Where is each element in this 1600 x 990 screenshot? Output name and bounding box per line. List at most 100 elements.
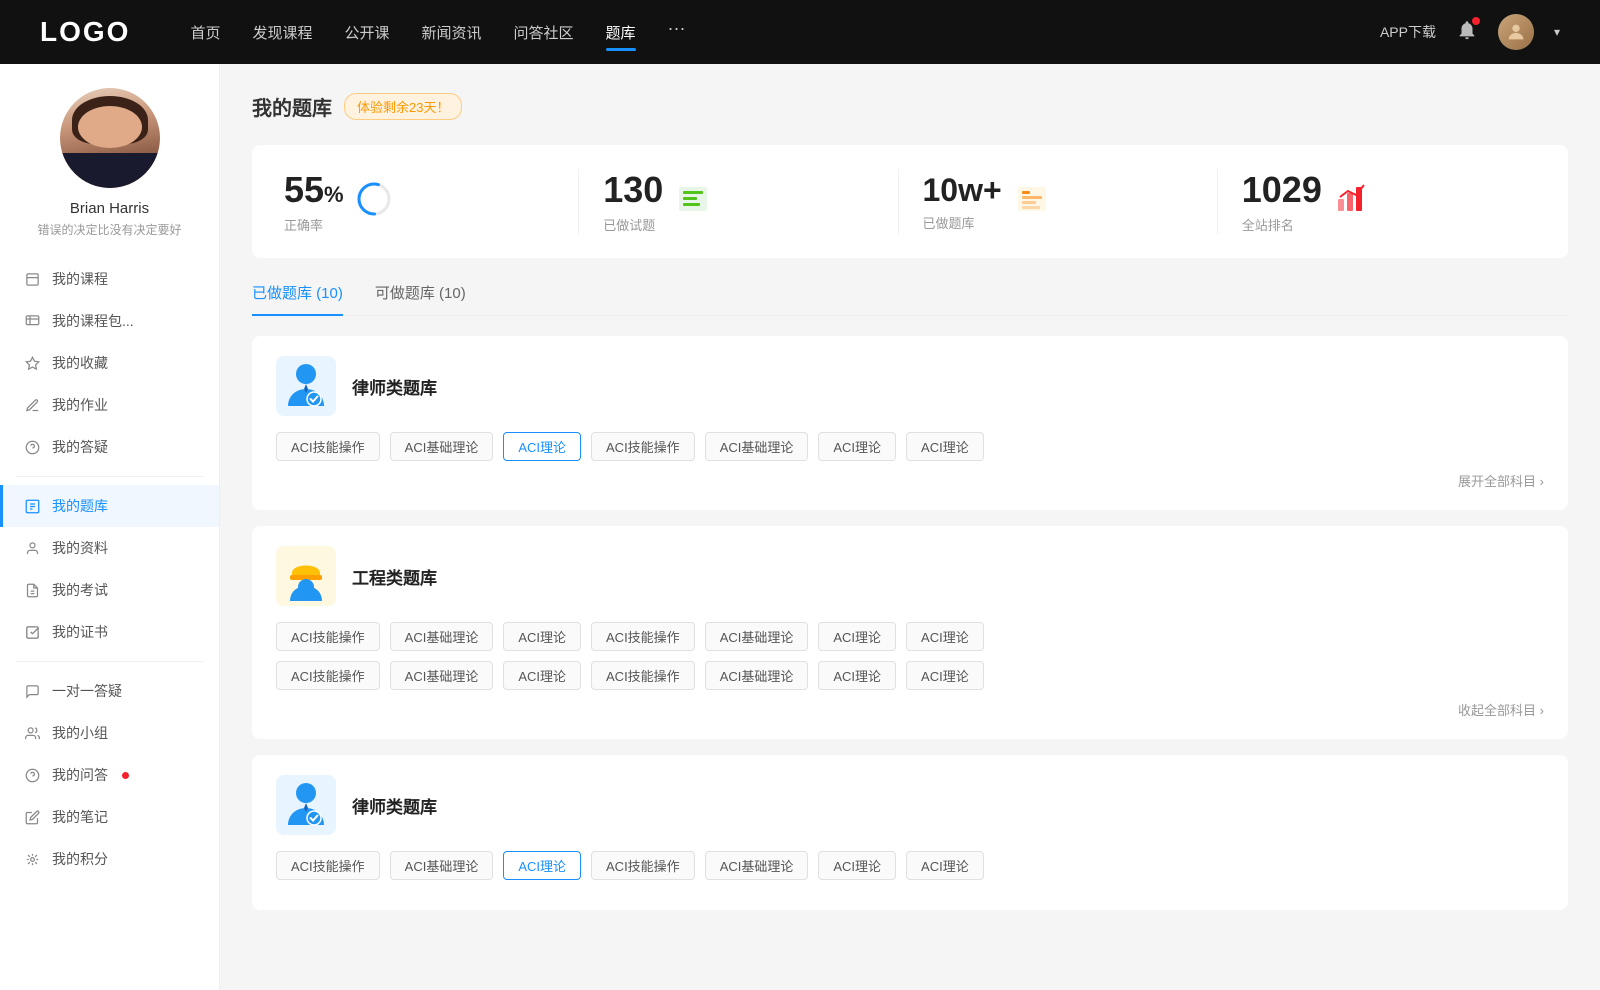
- sidebar-item-my-course[interactable]: 我的课程: [0, 258, 219, 300]
- my-package-label: 我的课程包...: [52, 311, 134, 331]
- tag-lawyer1-6[interactable]: ACI理论: [818, 432, 896, 461]
- tag-lawyer2-2[interactable]: ACI基础理论: [390, 851, 494, 880]
- nav-item-qa[interactable]: 问答社区: [514, 18, 574, 47]
- sidebar-item-my-cert[interactable]: 我的证书: [0, 611, 219, 653]
- engineer-tags-row1: ACI技能操作 ACI基础理论 ACI理论 ACI技能操作 ACI基础理论 AC…: [276, 622, 1544, 651]
- tag-lawyer1-2[interactable]: ACI基础理论: [390, 432, 494, 461]
- qbank-card-lawyer-1: 律师类题库 ACI技能操作 ACI基础理论 ACI理论 ACI技能操作 ACI基…: [252, 336, 1568, 510]
- engineer-collapse-link[interactable]: 收起全部科目 ›: [276, 700, 1544, 719]
- tag-lawyer1-4[interactable]: ACI技能操作: [591, 432, 695, 461]
- tag-lawyer2-3[interactable]: ACI理论: [503, 851, 581, 880]
- notification-bell[interactable]: [1456, 19, 1478, 46]
- my-cert-label: 我的证书: [52, 622, 108, 642]
- my-group-icon: [24, 725, 40, 741]
- lawyer-icon-1: [276, 356, 336, 416]
- navbar-nav: 首页 发现课程 公开课 新闻资讯 问答社区 题库 ···: [190, 18, 1380, 47]
- lawyer-bank-title-2: 律师类题库: [352, 793, 437, 818]
- tag-eng-11[interactable]: ACI技能操作: [591, 661, 695, 690]
- tag-lawyer2-5[interactable]: ACI基础理论: [705, 851, 809, 880]
- tag-eng-5[interactable]: ACI基础理论: [705, 622, 809, 651]
- accuracy-number: 55%: [284, 169, 344, 211]
- rank-label: 全站排名: [1242, 215, 1322, 234]
- done-banks-icon: [1014, 181, 1050, 222]
- sidebar-tagline: 错误的决定比没有决定要好: [37, 221, 181, 238]
- navbar-right: APP下载 ▾: [1380, 14, 1560, 50]
- tag-eng-4[interactable]: ACI技能操作: [591, 622, 695, 651]
- done-questions-icon: [675, 181, 711, 222]
- tag-eng-9[interactable]: ACI基础理论: [390, 661, 494, 690]
- tag-lawyer2-7[interactable]: ACI理论: [906, 851, 984, 880]
- qbank-header-lawyer-1: 律师类题库: [276, 356, 1544, 416]
- app-logo: LOGO: [40, 16, 130, 48]
- sidebar-item-my-exam[interactable]: 我的考试: [0, 569, 219, 611]
- tag-lawyer2-1[interactable]: ACI技能操作: [276, 851, 380, 880]
- accuracy-label: 正确率: [284, 215, 344, 234]
- qbank-header-lawyer-2: 律师类题库: [276, 775, 1544, 835]
- tag-lawyer1-7[interactable]: ACI理论: [906, 432, 984, 461]
- tag-eng-2[interactable]: ACI基础理论: [390, 622, 494, 651]
- sidebar-user-avatar[interactable]: [60, 88, 160, 188]
- sidebar-item-my-qa[interactable]: 我的答疑: [0, 426, 219, 468]
- done-questions-number: 130: [603, 169, 663, 211]
- sidebar-item-my-notes[interactable]: 我的笔记: [0, 796, 219, 838]
- tag-lawyer1-3[interactable]: ACI理论: [503, 432, 581, 461]
- tag-lawyer1-5[interactable]: ACI基础理论: [705, 432, 809, 461]
- sidebar-item-my-homework[interactable]: 我的作业: [0, 384, 219, 426]
- tag-eng-13[interactable]: ACI理论: [818, 661, 896, 690]
- lawyer1-expand-link[interactable]: 展开全部科目 ›: [276, 471, 1544, 490]
- tag-eng-8[interactable]: ACI技能操作: [276, 661, 380, 690]
- my-qa-icon: [24, 439, 40, 455]
- my-qa-label: 我的答疑: [52, 437, 108, 457]
- stat-accuracy: 55% 正确率: [284, 169, 579, 234]
- lawyer-bank-title-1: 律师类题库: [352, 374, 437, 399]
- my-course-icon: [24, 271, 40, 287]
- sidebar-item-my-questions[interactable]: 我的问答: [0, 754, 219, 796]
- nav-item-discover[interactable]: 发现课程: [252, 18, 312, 47]
- tag-eng-6[interactable]: ACI理论: [818, 622, 896, 651]
- rank-icon: [1334, 181, 1370, 222]
- lawyer-icon-2: [276, 775, 336, 835]
- sidebar-item-my-profile[interactable]: 我的资料: [0, 527, 219, 569]
- sidebar-item-my-group[interactable]: 我的小组: [0, 712, 219, 754]
- sidebar-item-my-qbank[interactable]: 我的题库: [0, 485, 219, 527]
- my-profile-icon: [24, 540, 40, 556]
- tab-available-banks[interactable]: 可做题库 (10): [375, 282, 466, 315]
- tag-eng-7[interactable]: ACI理论: [906, 622, 984, 651]
- user-avatar[interactable]: [1498, 14, 1534, 50]
- tag-eng-12[interactable]: ACI基础理论: [705, 661, 809, 690]
- nav-item-home[interactable]: 首页: [190, 18, 220, 47]
- sidebar: Brian Harris 错误的决定比没有决定要好 我的课程 我的课程包...: [0, 64, 220, 990]
- tabs-bar: 已做题库 (10) 可做题库 (10): [252, 282, 1568, 316]
- my-qbank-icon: [24, 498, 40, 514]
- my-homework-label: 我的作业: [52, 395, 108, 415]
- trial-badge: 体验剩余23天！: [344, 93, 462, 120]
- app-download-button[interactable]: APP下载: [1380, 22, 1436, 42]
- sidebar-item-one-on-one[interactable]: 一对一答疑: [0, 670, 219, 712]
- nav-item-open-course[interactable]: 公开课: [344, 18, 389, 47]
- nav-item-news[interactable]: 新闻资讯: [422, 18, 482, 47]
- sidebar-divider-2: [16, 661, 203, 662]
- tag-lawyer2-6[interactable]: ACI理论: [818, 851, 896, 880]
- tag-eng-10[interactable]: ACI理论: [503, 661, 581, 690]
- page-header: 我的题库 体验剩余23天！: [252, 92, 1568, 121]
- my-group-label: 我的小组: [52, 723, 108, 743]
- tag-eng-14[interactable]: ACI理论: [906, 661, 984, 690]
- user-menu-chevron[interactable]: ▾: [1554, 25, 1560, 39]
- tag-lawyer1-1[interactable]: ACI技能操作: [276, 432, 380, 461]
- sidebar-item-my-package[interactable]: 我的课程包...: [0, 300, 219, 342]
- tag-lawyer2-4[interactable]: ACI技能操作: [591, 851, 695, 880]
- done-banks-number: 10w+: [923, 172, 1002, 209]
- nav-more[interactable]: ···: [668, 18, 686, 47]
- questions-notification-dot: [122, 772, 129, 779]
- sidebar-item-my-points[interactable]: 我的积分: [0, 838, 219, 880]
- tag-eng-1[interactable]: ACI技能操作: [276, 622, 380, 651]
- stat-done-questions: 130 已做试题: [579, 169, 898, 234]
- sidebar-item-my-favorites[interactable]: 我的收藏: [0, 342, 219, 384]
- tab-done-banks[interactable]: 已做题库 (10): [252, 282, 343, 315]
- tag-eng-3[interactable]: ACI理论: [503, 622, 581, 651]
- qbank-card-lawyer-2: 律师类题库 ACI技能操作 ACI基础理论 ACI理论 ACI技能操作 ACI基…: [252, 755, 1568, 910]
- my-homework-icon: [24, 397, 40, 413]
- nav-item-qbank[interactable]: 题库: [606, 18, 636, 47]
- notification-dot: [1472, 17, 1480, 25]
- my-cert-icon: [24, 624, 40, 640]
